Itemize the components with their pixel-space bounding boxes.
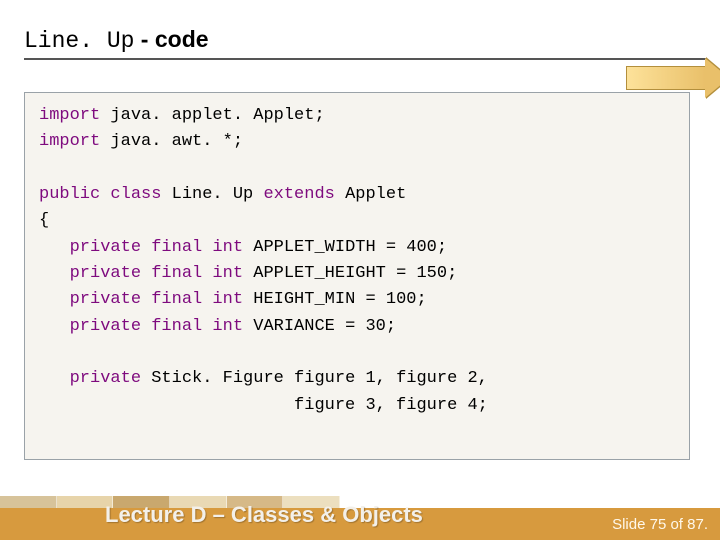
slide-number: Slide 75 of 87. [612,516,708,533]
code-content: import java. applet. Applet; import java… [39,103,675,419]
title-suffix: - code [134,26,208,52]
title-rule [24,58,706,60]
slide-title: Line. Up - code [24,26,209,54]
code-block: import java. applet. Applet; import java… [24,92,690,460]
slide: Line. Up - code import java. applet. App… [0,0,720,540]
arrow-decoration [626,66,706,90]
lecture-title: Lecture D – Classes & Objects [105,502,423,528]
title-mono: Line. Up [24,28,134,54]
footer: Lecture D – Classes & Objects Slide 75 o… [0,496,720,540]
